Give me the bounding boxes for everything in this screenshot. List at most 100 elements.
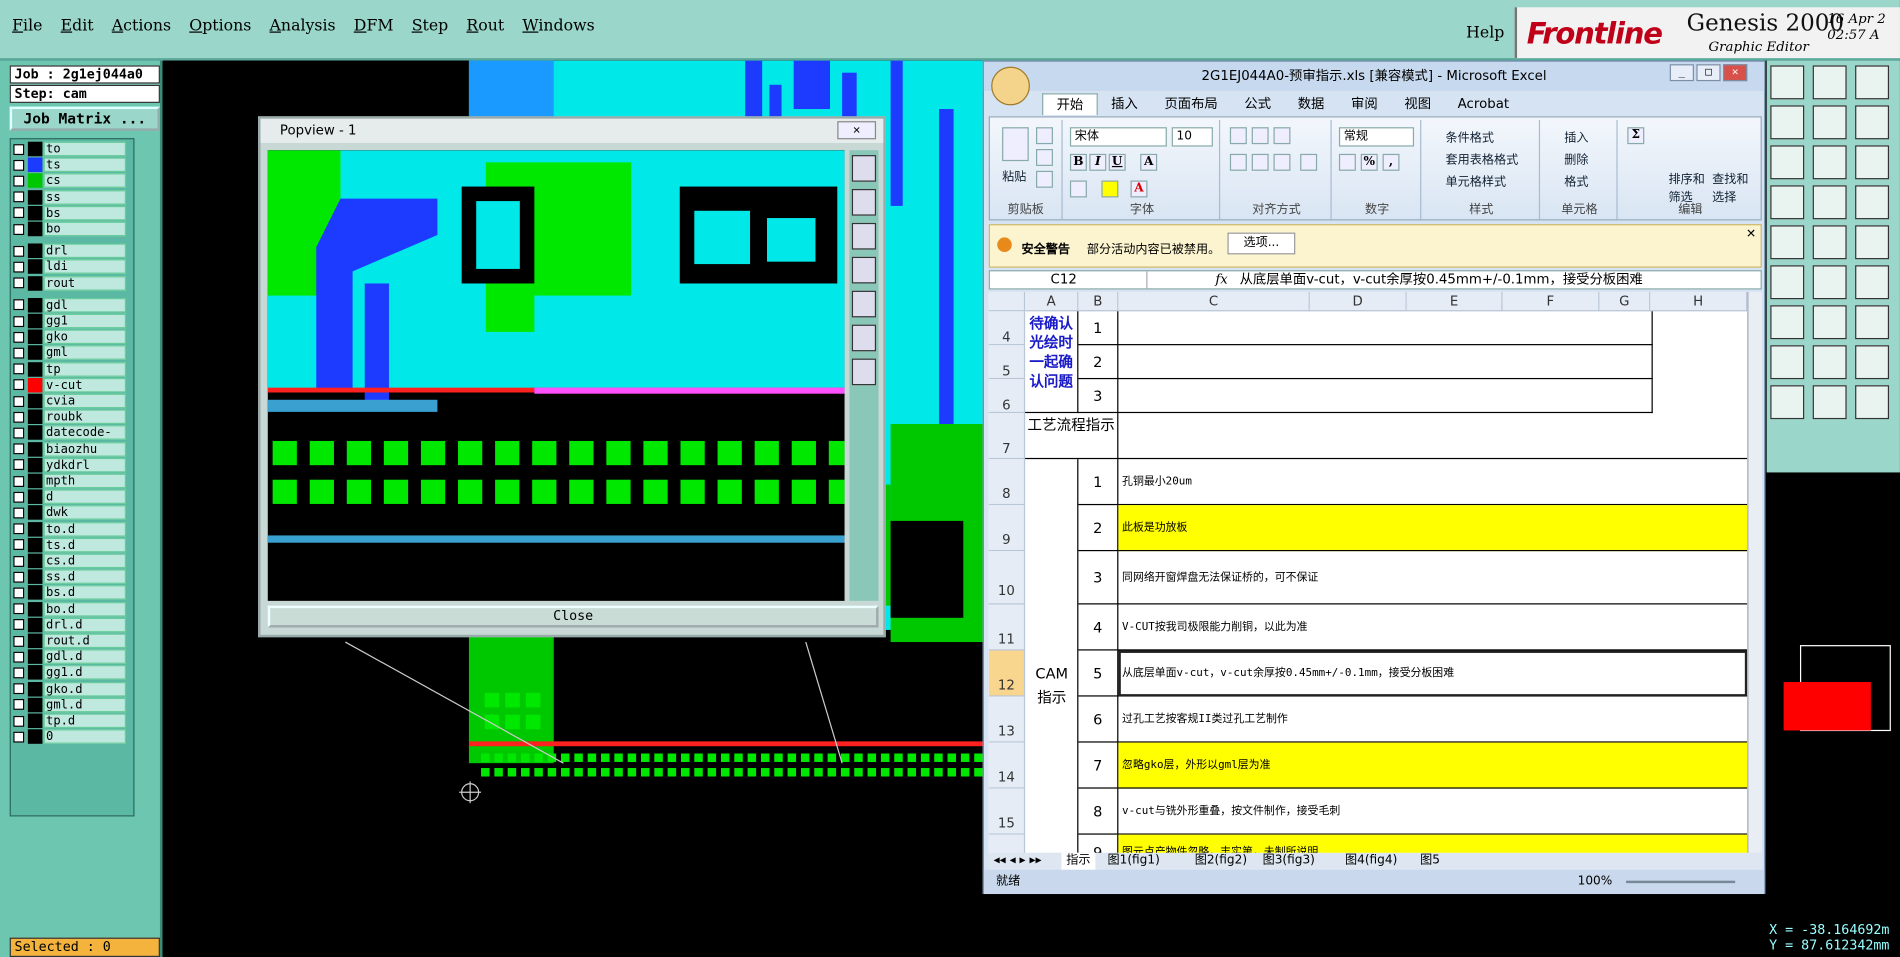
layer-name[interactable]: ts [43, 157, 127, 173]
sheet-tab[interactable]: 图3(fig3) [1263, 853, 1315, 870]
tab-home[interactable]: 开始 [1042, 93, 1098, 116]
item-number[interactable]: 6 [1078, 696, 1119, 743]
layer-checkbox[interactable] [13, 619, 25, 631]
layer-row[interactable]: ts [13, 157, 127, 173]
vertical-scrollbar[interactable] [1747, 291, 1762, 853]
layer-checkbox[interactable] [13, 299, 25, 311]
col-header-h[interactable]: H [1650, 291, 1748, 312]
security-close-icon[interactable]: ✕ [1746, 228, 1756, 241]
layer-name[interactable]: ts.d [43, 537, 127, 553]
layer-checkbox[interactable] [13, 143, 25, 155]
grow-font-icon[interactable]: A [1140, 153, 1158, 171]
layer-checkbox[interactable] [13, 731, 25, 743]
tool-move-icon[interactable] [1770, 145, 1805, 180]
underline-icon[interactable]: U [1108, 153, 1126, 171]
layer-checkbox[interactable] [13, 331, 25, 343]
layer-name[interactable]: ydkdrl [43, 457, 127, 473]
layer-checkbox[interactable] [13, 191, 25, 203]
layer-name[interactable]: 0 [43, 729, 127, 745]
layer-row[interactable]: ldi [13, 259, 127, 275]
format-as-table-button[interactable]: 套用表格格式 [1446, 149, 1519, 167]
col-header-f[interactable]: F [1502, 291, 1600, 312]
tool-pointer-icon[interactable] [1770, 385, 1805, 420]
layer-checkbox[interactable] [13, 443, 25, 455]
align-center-icon[interactable] [1251, 153, 1269, 171]
instruction-cell[interactable]: 过孔工艺按客规II类过孔工艺制作 [1118, 697, 1748, 743]
layer-row[interactable]: bo.d [13, 601, 127, 617]
item-number[interactable]: 2 [1078, 505, 1119, 552]
layer-row[interactable]: ydkdrl [13, 457, 127, 473]
layer-name[interactable]: tp [43, 361, 127, 377]
layer-name[interactable]: gdl [43, 297, 127, 313]
tab-insert[interactable]: 插入 [1098, 93, 1151, 115]
layer-name[interactable]: rout [43, 275, 127, 291]
layer-row[interactable]: v-cut [13, 377, 127, 393]
menu-help[interactable]: Help [1466, 24, 1504, 42]
tool-warn-icon[interactable] [1770, 345, 1805, 380]
layer-row[interactable]: bs [13, 205, 127, 221]
instruction-cell[interactable]: 图元点产物件忽略，丰实第，未制所说明 [1118, 834, 1748, 853]
security-options-button[interactable]: 选项... [1227, 232, 1296, 255]
layer-name[interactable]: to [43, 141, 127, 157]
row-header[interactable]: 14 [988, 742, 1026, 789]
popview-close-button[interactable]: Close [267, 605, 879, 628]
row-header[interactable]: 5 [988, 345, 1026, 380]
layer-checkbox[interactable] [13, 277, 25, 289]
menu-edit[interactable]: Edit [61, 17, 94, 35]
zoom-out-icon[interactable] [851, 222, 877, 250]
layer-name[interactable]: cs [43, 173, 127, 189]
layer-checkbox[interactable] [13, 427, 25, 439]
tool-save-icon[interactable] [1812, 65, 1847, 100]
sheet-tab[interactable]: 图5 [1420, 853, 1440, 870]
row-header-7[interactable]: 7 [988, 413, 1026, 460]
tool-grid-icon[interactable] [1812, 185, 1847, 220]
item-number[interactable]: 2 [1078, 345, 1119, 380]
italic-icon[interactable]: I [1089, 153, 1107, 171]
layer-name[interactable]: cvia [43, 393, 127, 409]
menu-rout[interactable]: Rout [466, 17, 504, 35]
tab-view[interactable]: 视图 [1391, 93, 1444, 115]
insert-cells-button[interactable]: 插入 [1564, 127, 1588, 145]
merge-center-icon[interactable] [1300, 153, 1318, 171]
paste-icon[interactable] [1002, 127, 1029, 162]
layer-checkbox[interactable] [13, 571, 25, 583]
layer-row[interactable]: biaozhu [13, 441, 127, 457]
sheet-nav-icon[interactable]: ◂◂ ◂ ▸ ▸▸ [994, 853, 1042, 870]
layer-checkbox[interactable] [13, 715, 25, 727]
col-header-c[interactable]: C [1118, 291, 1310, 312]
copy-icon[interactable] [1036, 149, 1053, 166]
tool-edit-icon[interactable] [1770, 305, 1805, 340]
job-matrix-button[interactable]: Job Matrix ... [9, 106, 160, 131]
layer-checkbox[interactable] [13, 175, 25, 187]
sheet-tab[interactable]: 图4(fig4) [1345, 853, 1397, 870]
instruction-cell[interactable]: 从底层单面v-cut，v-cut余厚按0.45mm+/-0.1mm，接受分板困难 [1118, 650, 1748, 697]
layer-checkbox[interactable] [13, 411, 25, 423]
col-header-a[interactable]: A [1025, 291, 1079, 312]
font-color-icon[interactable]: A [1130, 180, 1148, 198]
layer-checkbox[interactable] [13, 587, 25, 599]
layer-name[interactable]: gko.d [43, 681, 127, 697]
layer-row[interactable]: tp.d [13, 713, 127, 729]
tab-formulas[interactable]: 公式 [1231, 93, 1284, 115]
select-all-corner[interactable] [988, 291, 1026, 312]
tab-page-layout[interactable]: 页面布局 [1151, 93, 1231, 115]
popview-canvas[interactable] [267, 150, 845, 601]
layer-row[interactable]: bs.d [13, 585, 127, 601]
fill-color-icon[interactable] [1101, 180, 1119, 198]
maximize-icon[interactable]: □ [1696, 64, 1721, 82]
layer-name[interactable]: drl.d [43, 617, 127, 633]
layer-name[interactable]: gko [43, 329, 127, 345]
instruction-cell[interactable]: 同网络开窗焊盘无法保证桥的，可不保证 [1118, 551, 1748, 605]
tool-measure-icon[interactable] [1855, 225, 1890, 260]
layer-checkbox[interactable] [13, 699, 25, 711]
layer-row[interactable]: ss.d [13, 569, 127, 585]
item-number[interactable]: 8 [1078, 788, 1119, 835]
item-number[interactable]: 1 [1078, 459, 1119, 506]
formula-input[interactable]: 从底层单面v-cut，v-cut余厚按0.45mm+/-0.1mm，接受分板困难 [1240, 271, 1643, 288]
layer-row[interactable]: drl [13, 243, 127, 259]
layer-row[interactable]: rout [13, 275, 127, 291]
tool-snap-icon[interactable] [1770, 225, 1805, 260]
layer-row[interactable]: rout.d [13, 633, 127, 649]
layer-checkbox[interactable] [13, 261, 25, 273]
currency-icon[interactable] [1338, 153, 1356, 171]
